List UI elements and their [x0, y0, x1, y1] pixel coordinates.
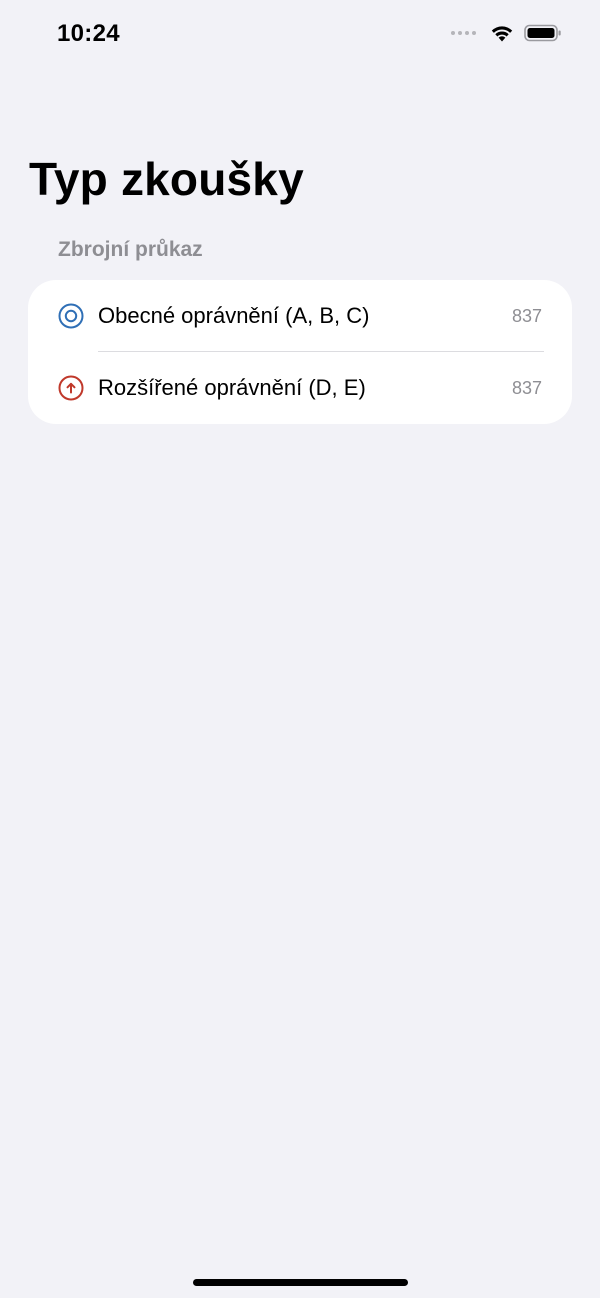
question-count: 837 — [511, 377, 542, 398]
list-item-label: Obecné oprávnění (A, B, C) — [98, 303, 370, 328]
status-bar: 10:24 — [0, 0, 600, 70]
target-circle-icon — [58, 303, 84, 329]
status-time: 10:24 — [57, 20, 120, 47]
list-item-extended-permit[interactable]: Rozšířené oprávnění (D, E) 837 — [28, 352, 572, 424]
wifi-icon — [491, 26, 513, 42]
question-count: 837 — [511, 305, 542, 326]
section-header: Zbrojní průkaz — [58, 238, 203, 261]
page-title: Typ zkoušky — [29, 153, 304, 205]
list-item-general-permit[interactable]: Obecné oprávnění (A, B, C) 837 — [28, 280, 572, 352]
arrow-up-circle-icon — [58, 375, 84, 401]
home-indicator[interactable] — [193, 1279, 408, 1286]
status-indicators — [451, 24, 562, 42]
cellular-signal-icon — [451, 31, 476, 35]
list-item-label: Rozšířené oprávnění (D, E) — [98, 375, 366, 400]
battery-icon — [524, 24, 561, 42]
exam-type-list: Obecné oprávnění (A, B, C) 837 Rozšířené… — [28, 280, 572, 424]
